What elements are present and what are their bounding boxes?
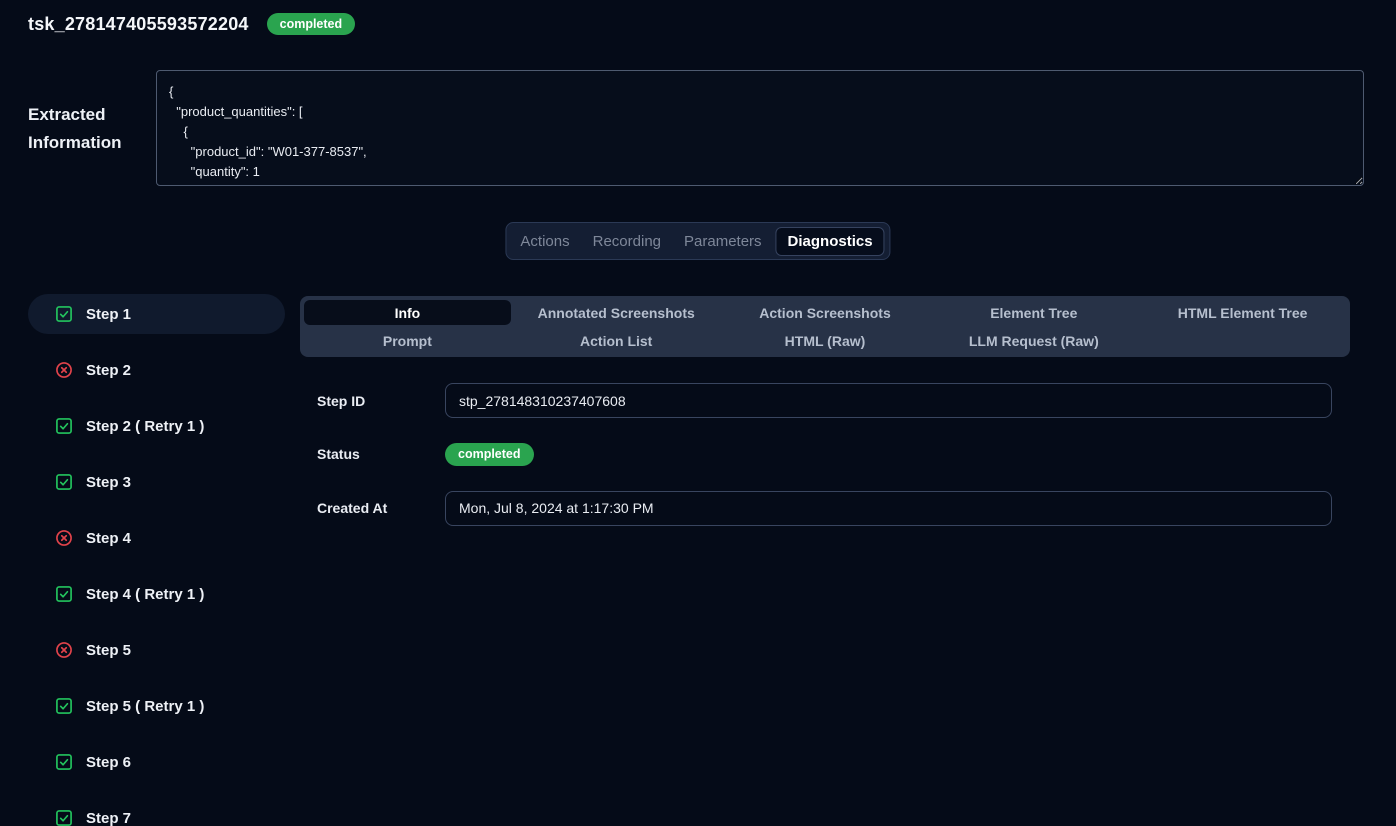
step-label: Step 5	[86, 642, 131, 659]
created-at-label: Created At	[317, 500, 445, 516]
info-panel: Step ID Statuscompleted Created At	[317, 383, 1332, 551]
subtab-action-screenshots[interactable]: Action Screenshots	[722, 300, 929, 325]
field-row: Created At	[317, 491, 1332, 526]
step-label: Step 4 ( Retry 1 )	[86, 586, 204, 603]
step-item[interactable]: Step 1	[28, 294, 285, 334]
step-item[interactable]: Step 5 ( Retry 1 )	[28, 686, 285, 726]
check-square-icon	[54, 752, 74, 772]
step-item[interactable]: Step 2 ( Retry 1 )	[28, 406, 285, 446]
tab-actions[interactable]: Actions	[511, 227, 578, 256]
header: tsk_278147405593572204 completed	[28, 10, 355, 38]
check-square-icon	[54, 584, 74, 604]
subtab-llm-request-raw[interactable]: LLM Request (Raw)	[930, 328, 1137, 353]
error-circle-icon	[54, 640, 74, 660]
check-square-icon	[54, 304, 74, 324]
step-item[interactable]: Step 7	[28, 798, 285, 826]
tab-diagnostics[interactable]: Diagnostics	[776, 227, 885, 256]
subtab-annotated-screenshots[interactable]: Annotated Screenshots	[513, 300, 720, 325]
subtab-element-tree[interactable]: Element Tree	[930, 300, 1137, 325]
field-row: Statuscompleted	[317, 443, 1332, 466]
subtab-prompt[interactable]: Prompt	[304, 328, 511, 353]
step-item[interactable]: Step 5	[28, 630, 285, 670]
subtab-info[interactable]: Info	[304, 300, 511, 325]
check-square-icon	[54, 696, 74, 716]
check-square-icon	[54, 808, 74, 826]
main-tabs: ActionsRecordingParametersDiagnostics	[505, 222, 890, 260]
status-label: Status	[317, 446, 445, 462]
step-label: Step 3	[86, 474, 131, 491]
diagnostics-tabs: InfoAnnotated ScreenshotsAction Screensh…	[300, 296, 1350, 357]
task-diagnostics-page: tsk_278147405593572204 completed Extract…	[0, 0, 1396, 826]
step-item[interactable]: Step 2	[28, 350, 285, 390]
extracted-information-label: Extracted Information	[28, 101, 158, 157]
subtab-html-raw[interactable]: HTML (Raw)	[722, 328, 929, 353]
step-label: Step 5 ( Retry 1 )	[86, 698, 204, 715]
created-at-input[interactable]	[445, 491, 1332, 526]
step-label: Step 1	[86, 306, 131, 323]
task-status-badge: completed	[267, 13, 356, 36]
tab-recording[interactable]: Recording	[584, 227, 670, 256]
steps-list: Step 1 Step 2 Step 2 ( Retry 1 ) Step 3 Step…	[28, 294, 285, 826]
step-label: Step 4	[86, 530, 131, 547]
step-label: Step 6	[86, 754, 131, 771]
step-item[interactable]: Step 3	[28, 462, 285, 502]
step-label: Step 7	[86, 810, 131, 826]
page-title: tsk_278147405593572204	[28, 14, 249, 35]
step-item[interactable]: Step 4 ( Retry 1 )	[28, 574, 285, 614]
step-item[interactable]: Step 4	[28, 518, 285, 558]
step-label: Step 2 ( Retry 1 )	[86, 418, 204, 435]
tab-parameters[interactable]: Parameters	[675, 227, 771, 256]
error-circle-icon	[54, 360, 74, 380]
error-circle-icon	[54, 528, 74, 548]
check-square-icon	[54, 416, 74, 436]
subtab-action-list[interactable]: Action List	[513, 328, 720, 353]
check-square-icon	[54, 472, 74, 492]
extracted-information-textarea[interactable]: { "product_quantities": [ { "product_id"…	[156, 70, 1364, 186]
step-label: Step 2	[86, 362, 131, 379]
status-badge: completed	[445, 443, 534, 466]
field-row: Step ID	[317, 383, 1332, 418]
step-id-label: Step ID	[317, 393, 445, 409]
step-id-input[interactable]	[445, 383, 1332, 418]
subtab-html-element-tree[interactable]: HTML Element Tree	[1139, 300, 1346, 325]
step-item[interactable]: Step 6	[28, 742, 285, 782]
